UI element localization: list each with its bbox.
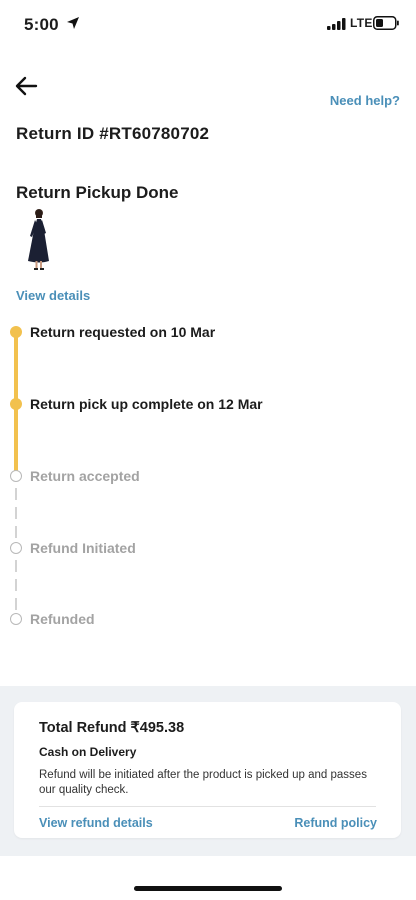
refund-note: Refund will be initiated after the produ… [39, 769, 367, 796]
return-id: Return ID #RT60780702 [16, 124, 210, 143]
refund-policy-link[interactable]: Refund policy [294, 816, 377, 830]
step-pending-dot [10, 542, 22, 554]
timeline-step-refund-initiated: Refund Initiated [10, 538, 136, 558]
location-arrow-icon [67, 17, 79, 29]
battery-icon [373, 16, 399, 30]
timeline-dash [15, 507, 17, 519]
timeline-dash [15, 488, 17, 500]
step-pending-dot [10, 613, 22, 625]
view-details-link[interactable]: View details [16, 288, 90, 303]
status-time: 5:00 [24, 15, 59, 34]
return-status-title: Return Pickup Done [16, 183, 179, 202]
step-complete-dot [10, 398, 22, 410]
view-refund-details-link[interactable]: View refund details [39, 816, 153, 830]
timeline-step-label: Return accepted [30, 468, 140, 484]
status-bar: 5:00 LTE [0, 0, 416, 50]
payment-method: Cash on Delivery [39, 745, 137, 759]
timeline-dash [15, 579, 17, 591]
network-label: LTE [350, 16, 373, 30]
step-complete-dot [10, 326, 22, 338]
need-help-link[interactable]: Need help? [330, 93, 400, 108]
step-pending-dot [10, 470, 22, 482]
timeline-step-pickup: Return pick up complete on 12 Mar [10, 394, 263, 414]
timeline-step-refunded: Refunded [10, 609, 95, 629]
signal-bars-icon [327, 18, 346, 30]
timeline-step-label: Return requested on 10 Mar [30, 324, 216, 340]
divider [39, 806, 376, 807]
home-indicator[interactable] [134, 886, 282, 891]
timeline-step-label: Refunded [30, 611, 95, 627]
timeline-step-label: Refund Initiated [30, 540, 136, 556]
timeline-step-accepted: Return accepted [10, 466, 140, 486]
product-image[interactable] [18, 206, 58, 272]
refund-total: Total Refund ₹495.38 [39, 720, 185, 736]
back-arrow-icon[interactable] [14, 74, 40, 98]
timeline-dash [15, 560, 17, 572]
timeline-step-requested: Return requested on 10 Mar [10, 322, 215, 342]
refund-card: Total Refund ₹495.38 Cash on Delivery Re… [14, 702, 401, 838]
timeline-dash [15, 526, 17, 538]
timeline-step-label: Return pick up complete on 12 Mar [30, 396, 263, 412]
